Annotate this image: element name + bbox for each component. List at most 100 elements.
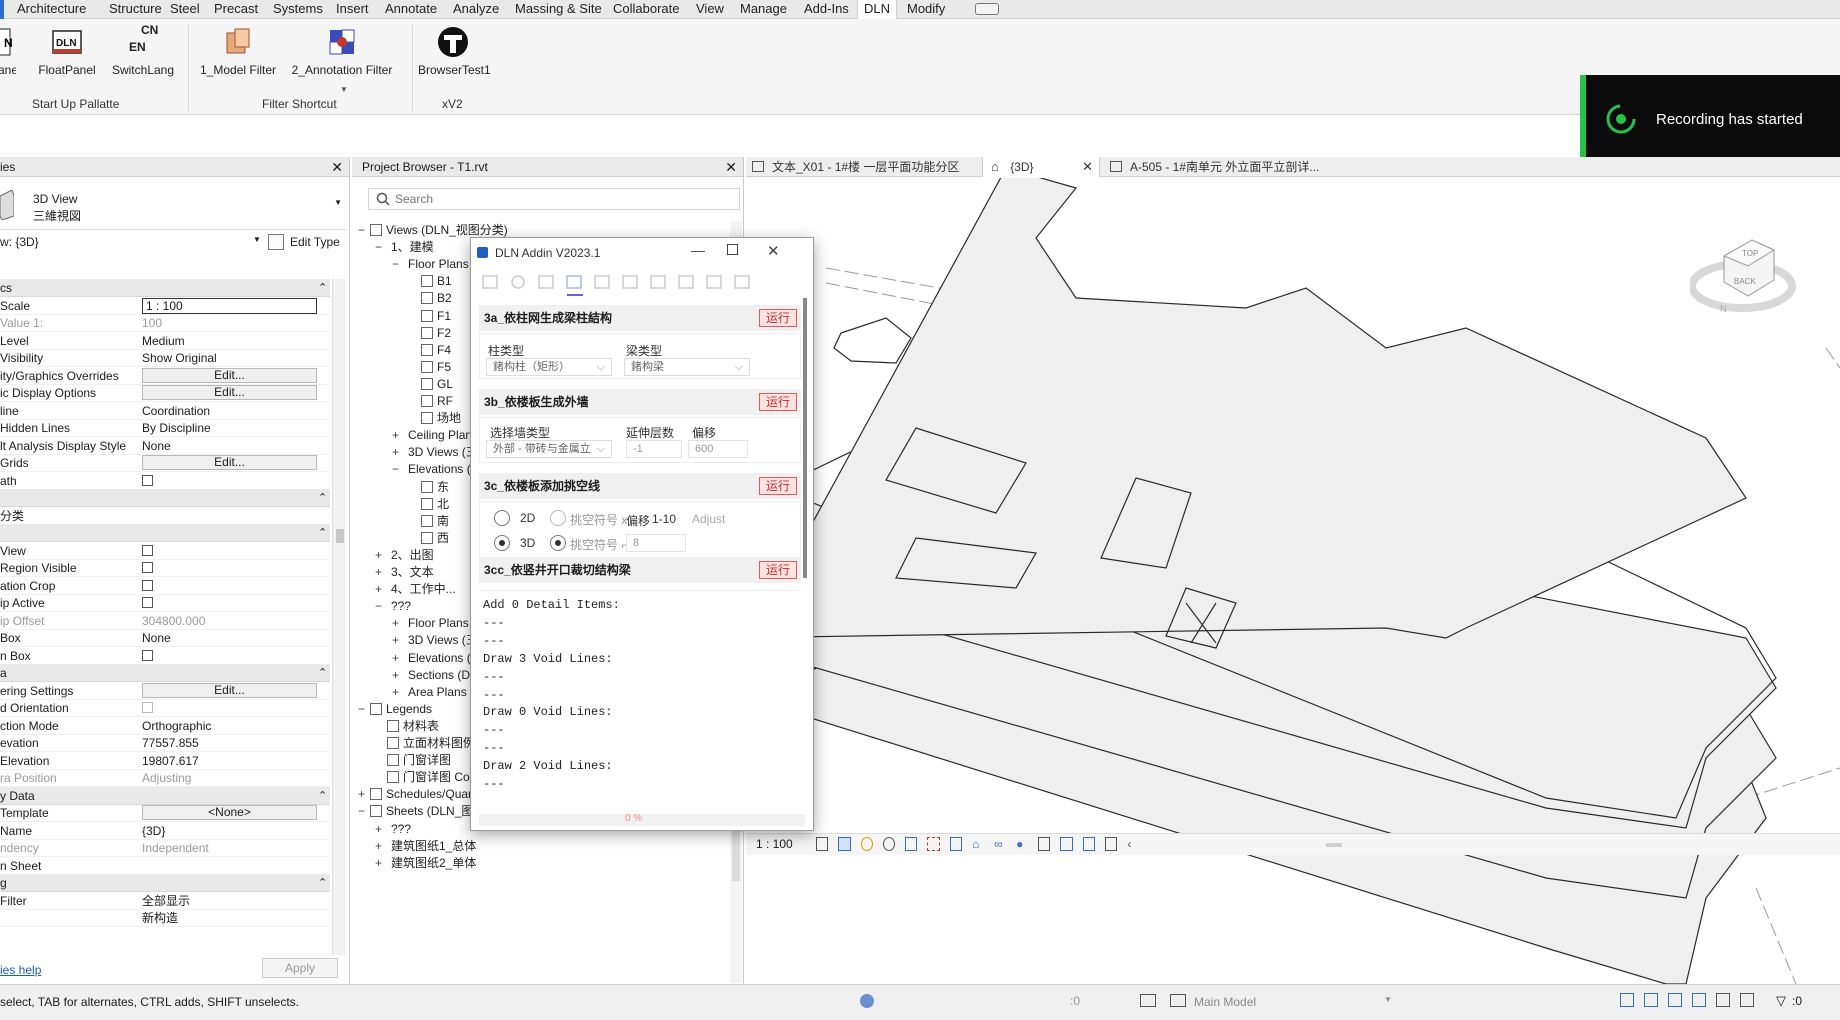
levels-input[interactable]: -1 bbox=[626, 440, 682, 458]
select-links-icon[interactable] bbox=[1620, 993, 1634, 1007]
dialog-titlebar[interactable]: DLN Addin V2023.1 — ✕ bbox=[471, 238, 813, 268]
tab-dln[interactable]: DLN bbox=[857, 0, 898, 20]
light-icon[interactable]: ● bbox=[1016, 837, 1028, 851]
filter-icon[interactable]: ▽ bbox=[1776, 993, 1786, 1009]
beam-type-dropdown[interactable]: 鍺构梁 ⌵ bbox=[624, 358, 750, 376]
expand-icon[interactable]: + bbox=[392, 614, 404, 632]
property-checkbox[interactable] bbox=[142, 702, 153, 713]
radio-3d[interactable] bbox=[494, 535, 510, 551]
tab-massing-site[interactable]: Massing & Site bbox=[515, 0, 602, 19]
tree-item[interactable]: GL bbox=[409, 375, 453, 393]
tree-item[interactable]: − Floor Plans bbox=[392, 255, 469, 273]
close-icon[interactable]: ✕ bbox=[725, 157, 737, 177]
browser-test-button[interactable]: BrowserTest1 bbox=[418, 25, 491, 77]
background-process-icon[interactable] bbox=[1740, 993, 1754, 1007]
column-type-dropdown[interactable]: 鍺构柱（矩形） ⌵ bbox=[486, 358, 612, 376]
tree-item[interactable]: 西 bbox=[409, 529, 449, 547]
apply-button[interactable]: Apply bbox=[262, 958, 338, 978]
annotation-filter-button[interactable]: 2_Annotation Filter bbox=[290, 25, 394, 77]
tab-steel[interactable]: Steel bbox=[170, 0, 200, 19]
crop-view-icon[interactable] bbox=[927, 837, 940, 851]
collapse-icon[interactable]: ⌃ bbox=[318, 664, 327, 682]
active-model[interactable]: Main Model bbox=[1194, 995, 1256, 1009]
dropdown-arrow-icon[interactable]: ▼ bbox=[340, 85, 348, 94]
tree-item[interactable]: F2 bbox=[409, 324, 451, 342]
tree-item[interactable]: B2 bbox=[409, 289, 452, 307]
editing-requests-icon[interactable] bbox=[1170, 994, 1186, 1007]
collapse-icon[interactable]: ⌃ bbox=[318, 787, 327, 805]
tab-add-ins[interactable]: Add-Ins bbox=[804, 0, 849, 19]
select-by-face-icon[interactable] bbox=[1692, 993, 1706, 1007]
view-tab-3d[interactable]: ⌂ {3D} ✕ bbox=[982, 157, 1100, 177]
expand-icon[interactable]: + bbox=[375, 563, 387, 581]
tab-analyze[interactable]: Analyze bbox=[453, 0, 499, 19]
select-pinned-icon[interactable] bbox=[1668, 993, 1682, 1007]
void-offset-input[interactable]: 8 bbox=[626, 534, 686, 552]
model-filter-button[interactable]: 1_Model Filter bbox=[200, 25, 276, 77]
radio-void-symbol-v[interactable] bbox=[550, 535, 566, 551]
properties-scrollbar[interactable] bbox=[332, 279, 346, 955]
view-scale[interactable]: 1 : 100 bbox=[756, 837, 793, 851]
view-tab-sheet[interactable]: A-505 - 1#南单元 外立面平立剖详... bbox=[1110, 157, 1340, 177]
tree-item[interactable]: + 建筑图纸1_总体 bbox=[375, 837, 476, 855]
tree-item[interactable]: F5 bbox=[409, 358, 451, 376]
tree-item[interactable]: 南 bbox=[409, 512, 449, 530]
tab-architecture[interactable]: Architecture bbox=[17, 0, 86, 19]
collapse-icon[interactable]: − bbox=[375, 238, 387, 256]
tree-item[interactable]: + Floor Plans bbox=[392, 614, 469, 632]
edit-button[interactable]: Edit... bbox=[142, 455, 317, 470]
close-icon[interactable]: ✕ bbox=[331, 157, 343, 177]
property-checkbox[interactable] bbox=[142, 597, 153, 608]
tree-item[interactable]: +3D Views (三 bbox=[392, 443, 478, 461]
chevron-down-icon[interactable]: ▼ bbox=[1384, 995, 1392, 1004]
context-dropdown-icon[interactable] bbox=[975, 3, 999, 15]
scroll-thumb[interactable] bbox=[336, 529, 344, 543]
show-crop-icon[interactable] bbox=[949, 837, 963, 851]
properties-help-link[interactable]: ies help bbox=[0, 963, 41, 977]
property-checkbox[interactable] bbox=[142, 474, 153, 486]
tree-item[interactable]: − Legends bbox=[358, 700, 432, 718]
hide-icon[interactable]: ∞ bbox=[994, 837, 1006, 851]
tab-view[interactable]: View bbox=[696, 0, 724, 19]
collapse-icon[interactable]: − bbox=[358, 802, 370, 820]
scale-input[interactable]: 1 : 100 bbox=[142, 297, 317, 314]
tab-structure[interactable]: Structure bbox=[109, 0, 162, 19]
chevron-down-icon[interactable]: ▼ bbox=[334, 198, 342, 207]
design-options-icon[interactable] bbox=[1140, 994, 1156, 1007]
panel-button-partial[interactable]: N anel bbox=[0, 25, 16, 77]
view-cube[interactable]: TOP BACK N bbox=[1688, 218, 1800, 318]
edit-button[interactable]: Edit... bbox=[142, 682, 317, 698]
type-selector[interactable]: 3D View 三維視図 ▼ bbox=[0, 178, 346, 230]
browser-search[interactable] bbox=[368, 188, 740, 210]
collapse-icon[interactable]: ⌃ bbox=[318, 524, 327, 542]
collapse-icon[interactable]: ⌃ bbox=[318, 874, 327, 892]
run-3c-button[interactable]: 运行 bbox=[759, 477, 797, 495]
tree-item[interactable]: +3D Views (三 bbox=[392, 631, 478, 649]
tree-item[interactable]: 北 bbox=[409, 495, 449, 513]
select-underlay-icon[interactable] bbox=[1644, 993, 1658, 1007]
tree-item[interactable]: +3、文本 bbox=[375, 563, 434, 581]
expand-icon[interactable]: + bbox=[375, 546, 387, 564]
3d-view-canvas[interactable]: TOP BACK N 1 : 100 ⌂ ∞ ● ‹ bbox=[746, 178, 1840, 984]
tree-item[interactable]: −1、建模 bbox=[375, 238, 434, 256]
tree-item[interactable]: 材料表 bbox=[375, 717, 439, 735]
edit-button[interactable]: Edit... bbox=[142, 367, 317, 383]
expand-icon[interactable]: + bbox=[375, 820, 387, 838]
property-checkbox[interactable] bbox=[142, 649, 153, 661]
tree-item[interactable]: 门窗详图 bbox=[375, 751, 451, 769]
tab-insert[interactable]: Insert bbox=[336, 0, 369, 19]
dialog-scrollbar[interactable] bbox=[803, 298, 807, 578]
edit-button[interactable]: Edit... bbox=[142, 385, 317, 400]
expand-icon[interactable]: + bbox=[392, 631, 404, 649]
tree-item[interactable]: B1 bbox=[409, 272, 452, 290]
switch-lang-button[interactable]: CN EN SwitchLang bbox=[110, 23, 176, 77]
tree-item[interactable]: − Elevations ( bbox=[392, 460, 471, 478]
worksharing-icon[interactable] bbox=[860, 994, 874, 1008]
drag-elements-icon[interactable] bbox=[1716, 993, 1730, 1007]
tree-item[interactable]: + Elevations ( bbox=[392, 649, 471, 667]
shadows-icon[interactable] bbox=[882, 837, 896, 851]
run-3b-button[interactable]: 运行 bbox=[759, 393, 797, 411]
collapse-icon[interactable]: − bbox=[375, 597, 387, 615]
expand-icon[interactable]: + bbox=[392, 649, 404, 667]
collapse-icon[interactable]: ⌃ bbox=[318, 489, 327, 507]
